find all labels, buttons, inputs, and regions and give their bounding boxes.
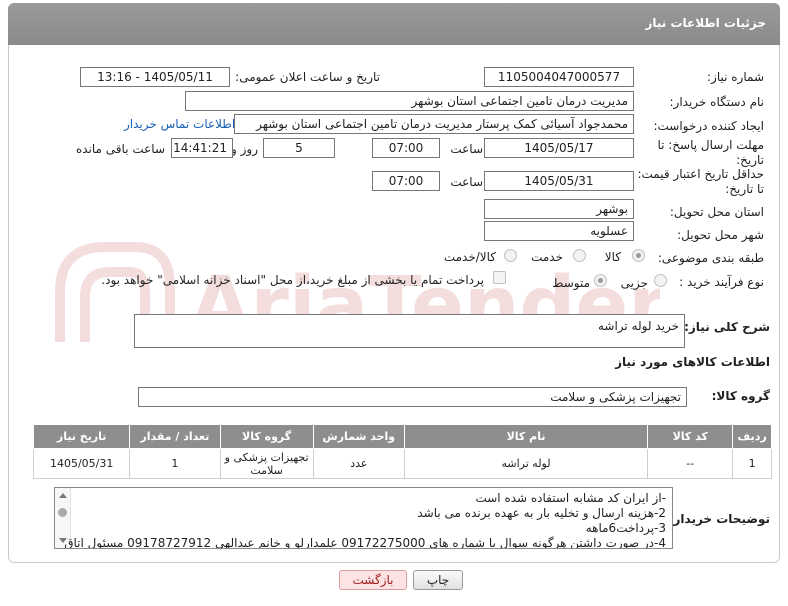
need-number-label: شماره نیاز: <box>707 70 764 84</box>
print-button[interactable]: چاپ <box>413 570 463 590</box>
panel-header: جزئیات اطلاعات نیاز <box>8 3 780 45</box>
days-field: 5 <box>263 138 335 158</box>
buyer-org-label: نام دستگاه خریدار: <box>669 95 765 109</box>
buyer-notes-label: توضیحات خریدار: <box>668 512 770 526</box>
back-button[interactable]: بازگشت <box>339 570 407 590</box>
province-label: استان محل تحویل: <box>669 205 764 219</box>
min-price-time-field: 07:00 <box>372 171 440 191</box>
notes-line-2: 2-هزینه ارسال و تخلیه بار به عهده برنده … <box>417 506 666 520</box>
description-textarea[interactable]: خرید لوله تراشه <box>134 314 685 348</box>
min-price-label: حداقل تاریخ اعتبار قیمت: <box>637 167 764 181</box>
city-label: شهر محل تحویل: <box>677 228 764 242</box>
remaining-time-field: 14:41:21 <box>171 138 233 158</box>
cell-date: 1405/05/31 <box>32 448 131 479</box>
category-option-service: خدمت <box>531 250 563 264</box>
col-header-name: نام کالا <box>403 424 649 449</box>
col-header-code: کد کالا <box>647 424 734 449</box>
min-price-label-date: تا تاریخ: <box>725 182 764 196</box>
goods-group-label: گروه کالا: <box>711 389 770 403</box>
deadline-label: مهلت ارسال پاسخ: تا <box>657 138 764 152</box>
creator-label: ایجاد کننده درخواست: <box>653 119 764 133</box>
scroll-up-icon[interactable] <box>59 493 67 498</box>
process-label: نوع فرآیند خرید : <box>679 275 764 289</box>
goods-group-field: تجهیزات پزشکی و سلامت <box>138 387 687 407</box>
min-price-date-field: 1405/05/31 <box>484 171 634 191</box>
cell-unit: عدد <box>312 448 405 479</box>
deadline-date-field: 1405/05/17 <box>484 138 634 158</box>
cell-row: 1 <box>732 448 772 479</box>
col-header-qty: تعداد / مقدار <box>129 424 221 449</box>
treasury-payment-note: پرداخت تمام یا بخشی از مبلغ خرید،از محل … <box>101 273 484 287</box>
table-header-row: ردیف کد کالا نام کالا واحد شمارش گروه کا… <box>32 424 772 449</box>
category-radio-goods-service[interactable] <box>504 249 517 262</box>
col-header-unit: واحد شمارش <box>312 424 405 449</box>
need-number-field: 1105004047000577 <box>484 67 634 87</box>
notes-line-4: 4-در صورت داشتن هرگونه سوال با شماره های… <box>64 536 666 549</box>
buyer-contact-link[interactable]: اطلاعات تماس خریدار <box>124 117 235 131</box>
cell-code: -- <box>647 448 734 479</box>
deadline-time-label: ساعت <box>450 142 483 156</box>
remaining-label: ساعت باقی مانده <box>75 142 165 156</box>
category-option-goods: کالا <box>604 250 621 264</box>
col-header-row: ردیف <box>732 424 772 449</box>
treasury-payment-checkbox[interactable] <box>493 271 506 284</box>
page-title: جزئیات اطلاعات نیاز <box>645 16 766 30</box>
deadline-time-field: 07:00 <box>372 138 440 158</box>
scroll-thumb[interactable] <box>58 508 67 517</box>
days-label: روز و <box>231 142 258 156</box>
deadline-label-date: تاریخ: <box>736 153 764 167</box>
announce-label: تاریخ و ساعت اعلان عمومی: <box>235 70 380 84</box>
province-field: بوشهر <box>484 199 634 219</box>
process-radio-minor[interactable] <box>654 274 667 287</box>
cell-group: تجهیزات پزشکی و سلامت <box>219 448 314 479</box>
cell-name: لوله تراشه <box>403 448 649 479</box>
category-option-goods-service: کالا/خدمت <box>443 250 496 264</box>
announce-field: 1405/05/11 - 13:16 <box>80 67 230 87</box>
cell-qty: 1 <box>129 448 221 479</box>
min-price-time-label: ساعت <box>450 175 483 189</box>
col-header-date: تاریخ نیاز <box>32 424 131 449</box>
notes-line-1: -از ایران کد مشابه استفاده شده است <box>475 491 666 505</box>
buyer-org-field: مدیریت درمان تامین اجتماعی استان بوشهر <box>185 91 634 111</box>
process-option-minor: جزیی <box>620 276 648 290</box>
table-row: 1 -- لوله تراشه عدد تجهیزات پزشکی و سلام… <box>32 448 772 479</box>
category-radio-goods[interactable] <box>632 249 645 262</box>
category-radio-service[interactable] <box>573 249 586 262</box>
city-field: عسلویه <box>484 221 634 241</box>
notes-line-3: 3-پرداخت6ماهه <box>585 521 666 535</box>
goods-table: ردیف کد کالا نام کالا واحد شمارش گروه کا… <box>32 424 772 479</box>
col-header-group: گروه کالا <box>219 424 314 449</box>
buyer-notes-box[interactable]: -از ایران کد مشابه استفاده شده است 2-هزی… <box>54 487 673 549</box>
process-radio-medium[interactable] <box>594 274 607 287</box>
process-option-medium: متوسط <box>552 276 590 290</box>
description-label: شرح کلی نیاز: <box>684 320 770 334</box>
creator-field: محمدجواد آسیائی کمک پرستار مدیریت درمان … <box>234 114 634 134</box>
category-label: طبقه بندی موضوعی: <box>657 251 764 265</box>
goods-info-heading: اطلاعات کالاهای مورد نیاز <box>615 355 770 369</box>
